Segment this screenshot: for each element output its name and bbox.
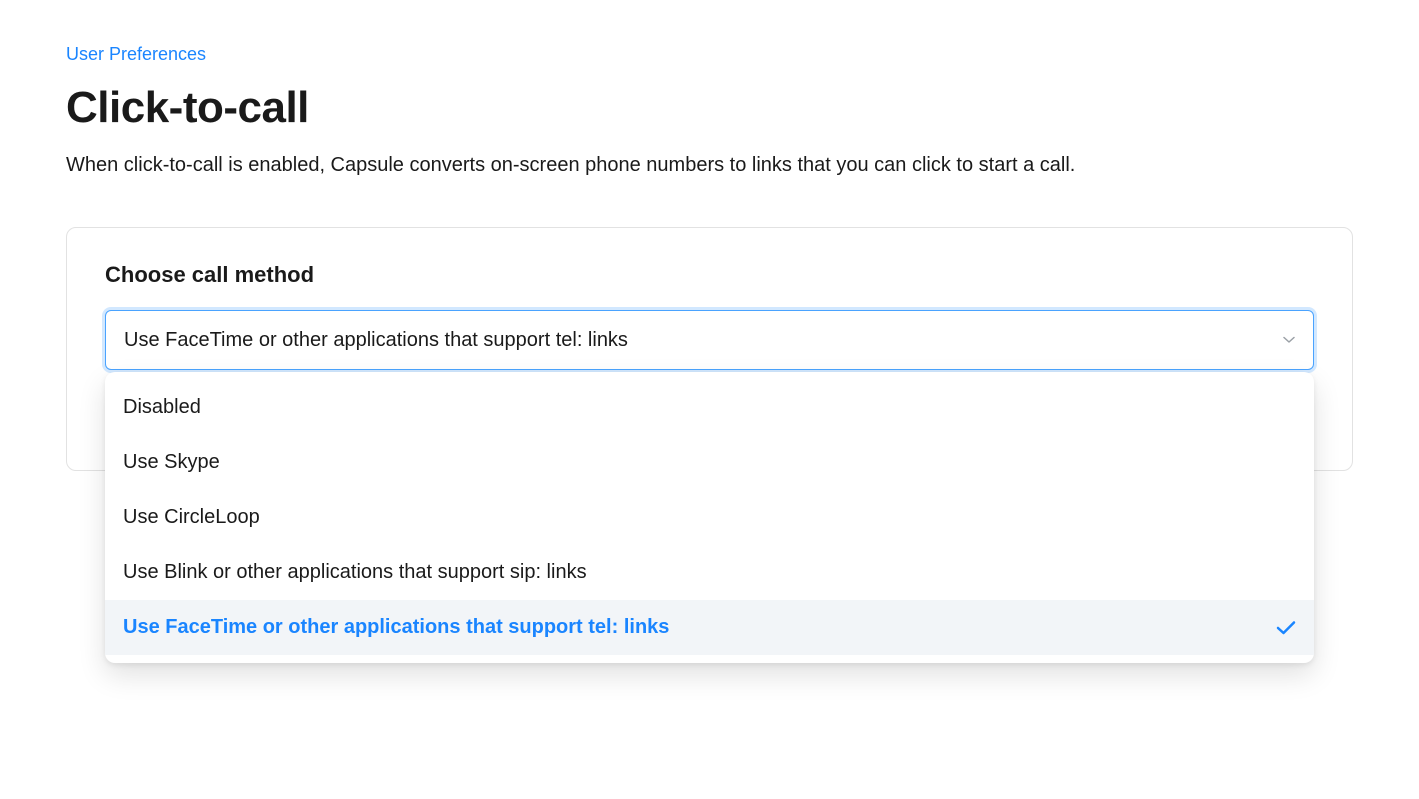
option-skype[interactable]: Use Skype [105, 435, 1314, 490]
option-tel[interactable]: Use FaceTime or other applications that … [105, 600, 1314, 655]
call-method-selected-value: Use FaceTime or other applications that … [124, 329, 628, 352]
caret-down-icon [1283, 336, 1295, 344]
breadcrumb-user-preferences[interactable]: User Preferences [66, 44, 206, 65]
option-label: Use CircleLoop [123, 506, 260, 529]
option-sip[interactable]: Use Blink or other applications that sup… [105, 545, 1314, 600]
option-label: Use FaceTime or other applications that … [123, 616, 669, 639]
call-method-dropdown: Disabled Use Skype Use CircleLoop Use Bl… [105, 372, 1314, 663]
check-icon [1276, 620, 1296, 636]
page-description: When click-to-call is enabled, Capsule c… [66, 151, 1353, 179]
option-disabled[interactable]: Disabled [105, 380, 1314, 435]
page-root: User Preferences Click-to-call When clic… [0, 0, 1419, 471]
call-method-select: Use FaceTime or other applications that … [105, 310, 1314, 370]
page-title: Click-to-call [66, 83, 1353, 133]
option-label: Disabled [123, 396, 201, 419]
option-label: Use Skype [123, 451, 220, 474]
option-circleloop[interactable]: Use CircleLoop [105, 490, 1314, 545]
call-method-label: Choose call method [105, 262, 1314, 288]
settings-card: Choose call method Use FaceTime or other… [66, 227, 1353, 471]
call-method-select-trigger[interactable]: Use FaceTime or other applications that … [105, 310, 1314, 370]
option-label: Use Blink or other applications that sup… [123, 561, 587, 584]
